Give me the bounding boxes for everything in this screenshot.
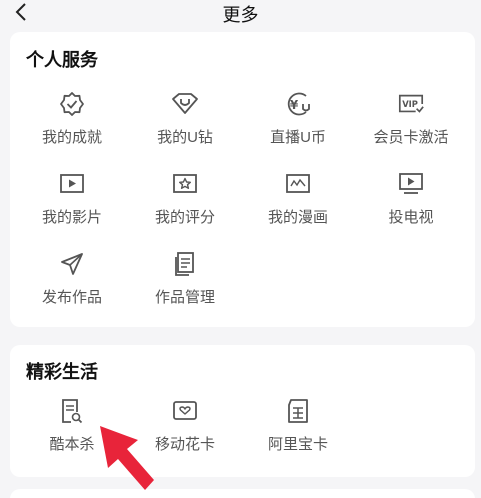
item-label: 我的影片 — [41, 209, 102, 226]
svg-text:¥: ¥ — [290, 98, 299, 112]
item-vip-card-activation[interactable]: VIP 会员卡激活 — [361, 90, 461, 160]
diamond-u-icon — [171, 90, 199, 118]
item-label: 会员卡激活 — [373, 129, 449, 146]
item-my-achievements[interactable]: 我的成就 — [22, 90, 122, 160]
document-stack-icon — [171, 250, 199, 278]
vip-card-icon: VIP — [397, 90, 425, 118]
item-label: 酷本杀 — [49, 436, 95, 453]
item-label: 我的U钻 — [157, 129, 213, 146]
personal-services-card: 个人服务 我的成就 我的U钻 ¥ 直播U币 VIP 会员卡激活 我的影片 我的评… — [10, 32, 475, 327]
section-title-personal-services: 个人服务 — [26, 50, 98, 70]
item-work-management[interactable]: 作品管理 — [135, 250, 235, 320]
item-label: 直播U币 — [270, 129, 326, 146]
item-label: 发布作品 — [41, 289, 102, 306]
item-publish-work[interactable]: 发布作品 — [22, 250, 122, 320]
item-cast-to-tv[interactable]: 投电视 — [361, 170, 461, 240]
item-ku-ben-sha[interactable]: 酷本杀 — [22, 397, 122, 467]
item-label: 我的漫画 — [267, 209, 328, 226]
play-box-icon — [58, 170, 86, 198]
svg-text:VIP: VIP — [402, 99, 418, 109]
tv-cast-icon — [397, 170, 425, 198]
item-my-ratings[interactable]: 我的评分 — [135, 170, 235, 240]
item-label: 移动花卡 — [154, 436, 215, 453]
script-search-icon — [58, 397, 86, 425]
top-bar: 更多 — [0, 0, 481, 32]
item-my-videos[interactable]: 我的影片 — [22, 170, 122, 240]
item-my-comics[interactable]: 我的漫画 — [248, 170, 348, 240]
next-section-card — [10, 489, 475, 498]
item-ali-bao-card[interactable]: 阿里宝卡 — [248, 397, 348, 467]
heart-card-icon — [171, 397, 199, 425]
comic-icon — [284, 170, 312, 198]
yuan-coin-icon: ¥ — [284, 90, 312, 118]
star-box-icon — [171, 170, 199, 198]
item-label: 作品管理 — [154, 289, 215, 306]
badge-check-icon — [58, 90, 86, 118]
wonderful-life-card: 精彩生活 酷本杀 移动花卡 阿里宝卡 — [10, 345, 475, 477]
item-label: 投电视 — [388, 209, 434, 226]
item-live-u-coin[interactable]: ¥ 直播U币 — [248, 90, 348, 160]
item-label: 阿里宝卡 — [267, 436, 328, 453]
send-icon — [58, 250, 86, 278]
item-mobile-flower-card[interactable]: 移动花卡 — [135, 397, 235, 467]
treasure-card-icon — [284, 397, 312, 425]
item-my-u-diamond[interactable]: 我的U钻 — [135, 90, 235, 160]
page-title: 更多 — [222, 5, 259, 25]
section-title-wonderful-life: 精彩生活 — [26, 362, 98, 382]
item-label: 我的评分 — [154, 209, 215, 226]
item-label: 我的成就 — [41, 129, 102, 146]
